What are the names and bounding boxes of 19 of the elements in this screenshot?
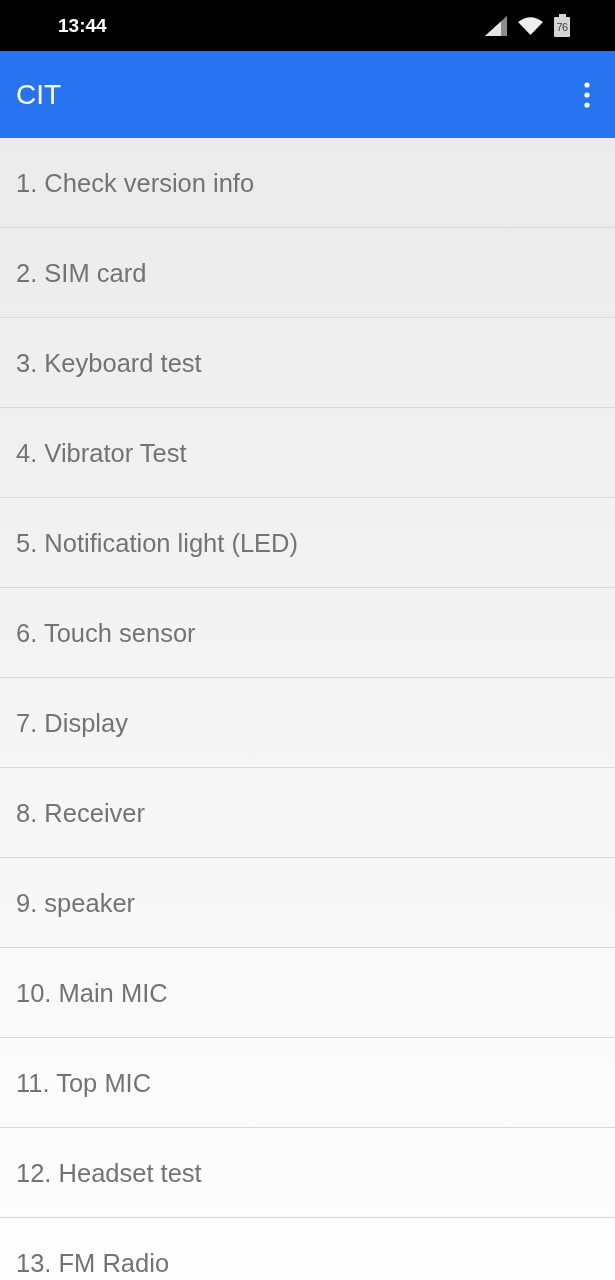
list-item[interactable]: 9. speaker — [0, 858, 615, 948]
list-item[interactable]: 1. Check version info — [0, 138, 615, 228]
list-item[interactable]: 7. Display — [0, 678, 615, 768]
status-time: 13:44 — [58, 14, 107, 37]
list-item[interactable]: 10. Main MIC — [0, 948, 615, 1038]
list-item[interactable]: 8. Receiver — [0, 768, 615, 858]
list-item[interactable]: 2. SIM card — [0, 228, 615, 318]
list-item[interactable]: 11. Top MIC — [0, 1038, 615, 1128]
signal-icon — [485, 15, 507, 36]
list-item[interactable]: 6. Touch sensor — [0, 588, 615, 678]
list-item[interactable]: 4. Vibrator Test — [0, 408, 615, 498]
wifi-icon — [518, 16, 543, 35]
battery-percentage: 76 — [556, 21, 568, 33]
kebab-menu-icon — [584, 81, 590, 108]
list-item[interactable]: 5. Notification light (LED) — [0, 498, 615, 588]
list-item[interactable]: 13. FM Radio — [0, 1218, 615, 1280]
list-item[interactable]: 12. Headset test — [0, 1128, 615, 1218]
list-item[interactable]: 3. Keyboard test — [0, 318, 615, 408]
app-title: CIT — [16, 78, 63, 111]
